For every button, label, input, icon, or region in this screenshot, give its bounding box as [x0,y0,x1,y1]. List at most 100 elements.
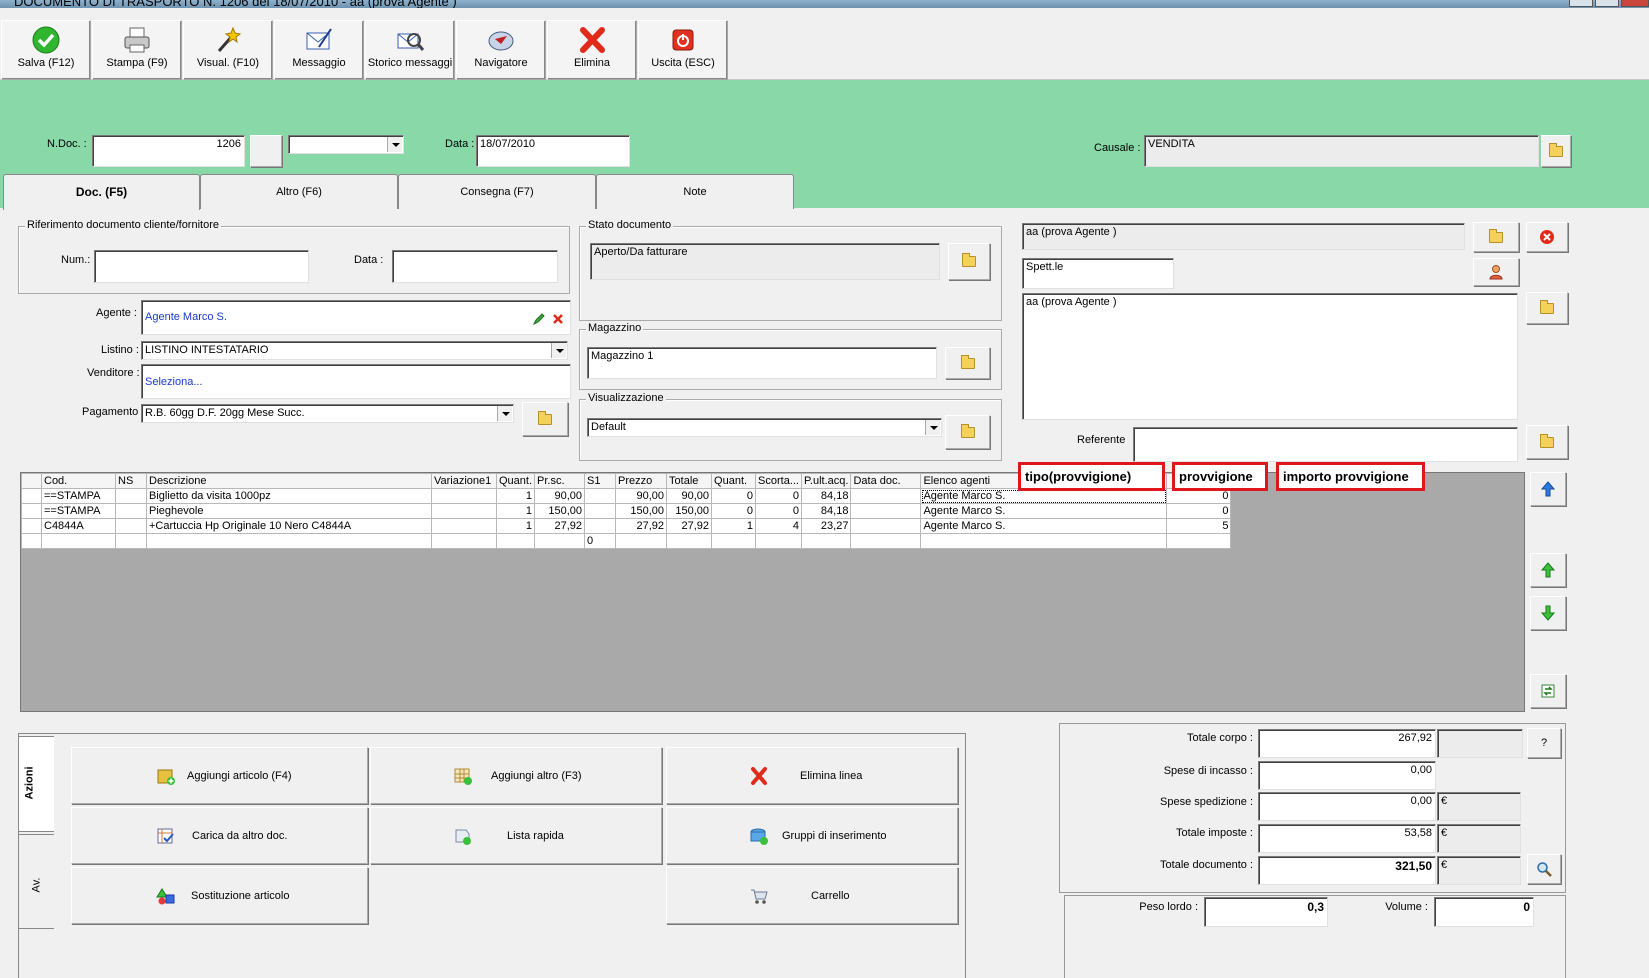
ref-num-input[interactable] [94,250,309,283]
cell-datadoc[interactable] [850,503,922,519]
cell-agenti[interactable]: Agente Marco S. [920,503,1168,519]
help-button[interactable]: ? [1527,728,1561,758]
cell-datadoc[interactable] [850,488,922,504]
load-from-doc-button[interactable]: Carica da altro doc. [71,807,368,864]
volume-field[interactable]: 0 [1434,897,1534,927]
ref-date-input[interactable] [392,250,558,283]
spese-incasso-field[interactable]: 0,00 [1258,761,1436,790]
cell-quant[interactable]: 1 [495,518,536,534]
minimize-button[interactable] [1569,0,1593,7]
causale-input[interactable]: VENDITA [1144,135,1539,167]
cell-pultacq[interactable]: 23,27 [800,518,852,534]
table-row[interactable]: 0 [21,533,1232,549]
add-article-button[interactable]: Aggiungi articolo (F4) [71,747,368,804]
cell-scorta[interactable]: 0 [755,503,802,519]
cell-pultacq[interactable] [800,533,852,549]
warehouse-input[interactable]: Magazzino 1 [587,347,937,379]
spese-spedizione-field[interactable]: 0,00 [1258,792,1436,821]
customer-address[interactable]: aa (prova Agente ) [1022,293,1518,420]
agent-input[interactable]: Agente Marco S. [141,300,571,335]
tab-consegna[interactable]: Consegna (F7) [398,174,596,209]
cell-ns[interactable] [115,503,147,519]
cell-quant2[interactable]: 0 [711,503,757,519]
close-window-button[interactable] [1621,0,1649,7]
cell-prsc[interactable]: 90,00 [534,488,586,504]
cell-s1[interactable] [584,488,617,504]
referente-browse-button[interactable] [1526,425,1568,459]
side-tab-azioni[interactable]: Azioni [18,736,54,832]
table-row[interactable]: ==STAMPA Pieghevole 1 150,00 150,00 150,… [21,503,1232,519]
cell-variazione[interactable] [431,503,497,519]
move-top-button[interactable] [1530,472,1566,506]
cell-descrizione[interactable]: Biglietto da visita 1000pz [146,488,432,504]
quick-list-button[interactable]: Lista rapida [370,807,662,864]
cell-prsc[interactable] [534,533,586,549]
view-browse-button[interactable] [945,415,990,449]
warehouse-browse-button[interactable] [945,347,990,379]
cell-ns[interactable] [115,533,147,549]
cell-datadoc[interactable] [850,533,922,549]
cell-descrizione[interactable]: Pieghevole [146,503,432,519]
col-pultacq[interactable]: P.ult.acq. [800,473,852,489]
cell-variazione[interactable] [431,518,497,534]
customer-browse-button[interactable] [1473,222,1519,252]
cell-provvigione[interactable] [1166,533,1232,549]
cell-cod[interactable]: ==STAMPA [41,503,116,519]
tab-note[interactable]: Note [596,174,794,209]
date-input[interactable]: 18/07/2010 [476,135,630,167]
delete-line-button[interactable]: Elimina linea [666,747,958,804]
maximize-button[interactable] [1595,0,1619,7]
cell-prezzo[interactable]: 27,92 [615,518,668,534]
cell-s1[interactable] [584,503,617,519]
cell-totale[interactable] [666,533,713,549]
peso-lordo-field[interactable]: 0,3 [1204,897,1328,927]
cell-provvigione[interactable]: 5 [1166,518,1232,534]
preview-button[interactable]: Visual. (F10) [183,20,273,80]
cell-quant[interactable]: 1 [495,503,536,519]
save-button[interactable]: Salva (F12) [1,20,91,80]
customer-contact-button[interactable] [1473,258,1519,286]
cell-prezzo[interactable]: 90,00 [615,488,668,504]
col-cod[interactable]: Cod. [41,473,116,489]
cell-provvigione[interactable]: 0 [1166,503,1232,519]
cell-cod[interactable]: ==STAMPA [41,488,116,504]
cell-totale[interactable]: 90,00 [666,488,713,504]
cell-pultacq[interactable]: 84,18 [800,488,852,504]
print-button[interactable]: Stampa (F9) [92,20,182,80]
col-s1[interactable]: S1 [584,473,617,489]
cell-quant[interactable]: 1 [495,488,536,504]
insert-groups-button[interactable]: Gruppi di inserimento [666,807,958,864]
cell-prsc[interactable]: 27,92 [534,518,586,534]
cell-scorta[interactable] [755,533,802,549]
cell-prsc[interactable]: 150,00 [534,503,586,519]
cell-variazione[interactable] [431,533,497,549]
row-selector[interactable] [21,503,42,519]
cell-quant[interactable] [495,533,536,549]
ndoc-lookup-button[interactable] [250,135,282,167]
salutation-input[interactable]: Spett.le [1022,258,1174,289]
cell-pultacq[interactable]: 84,18 [800,503,852,519]
cell-scorta[interactable]: 4 [755,518,802,534]
add-other-button[interactable]: Aggiungi altro (F3) [370,747,662,804]
move-up-button[interactable] [1530,553,1566,587]
ndoc-input[interactable]: 1206 [92,135,245,167]
message-button[interactable]: Messaggio [274,20,364,80]
col-variazione[interactable]: Variazione1 [431,473,497,489]
view-select[interactable]: Default [587,418,942,437]
cell-ns[interactable] [115,518,147,534]
cell-s1[interactable] [584,518,617,534]
col-prezzo[interactable]: Prezzo [615,473,668,489]
col-datadoc[interactable]: Data doc. [850,473,922,489]
cell-quant2[interactable]: 0 [711,488,757,504]
refresh-lines-button[interactable] [1530,674,1566,708]
payment-select[interactable]: R.B. 60gg D.F. 20gg Mese Succ. [141,404,514,423]
row-selector[interactable] [21,518,42,534]
cell-totale[interactable]: 150,00 [666,503,713,519]
cell-scorta[interactable]: 0 [755,488,802,504]
pencil-icon[interactable] [532,312,546,326]
move-down-button[interactable] [1530,596,1566,630]
payment-browse-button[interactable] [522,402,568,436]
zoom-button[interactable] [1527,854,1561,884]
col-scorta[interactable]: Scorta... [755,473,802,489]
cell-variazione[interactable] [431,488,497,504]
